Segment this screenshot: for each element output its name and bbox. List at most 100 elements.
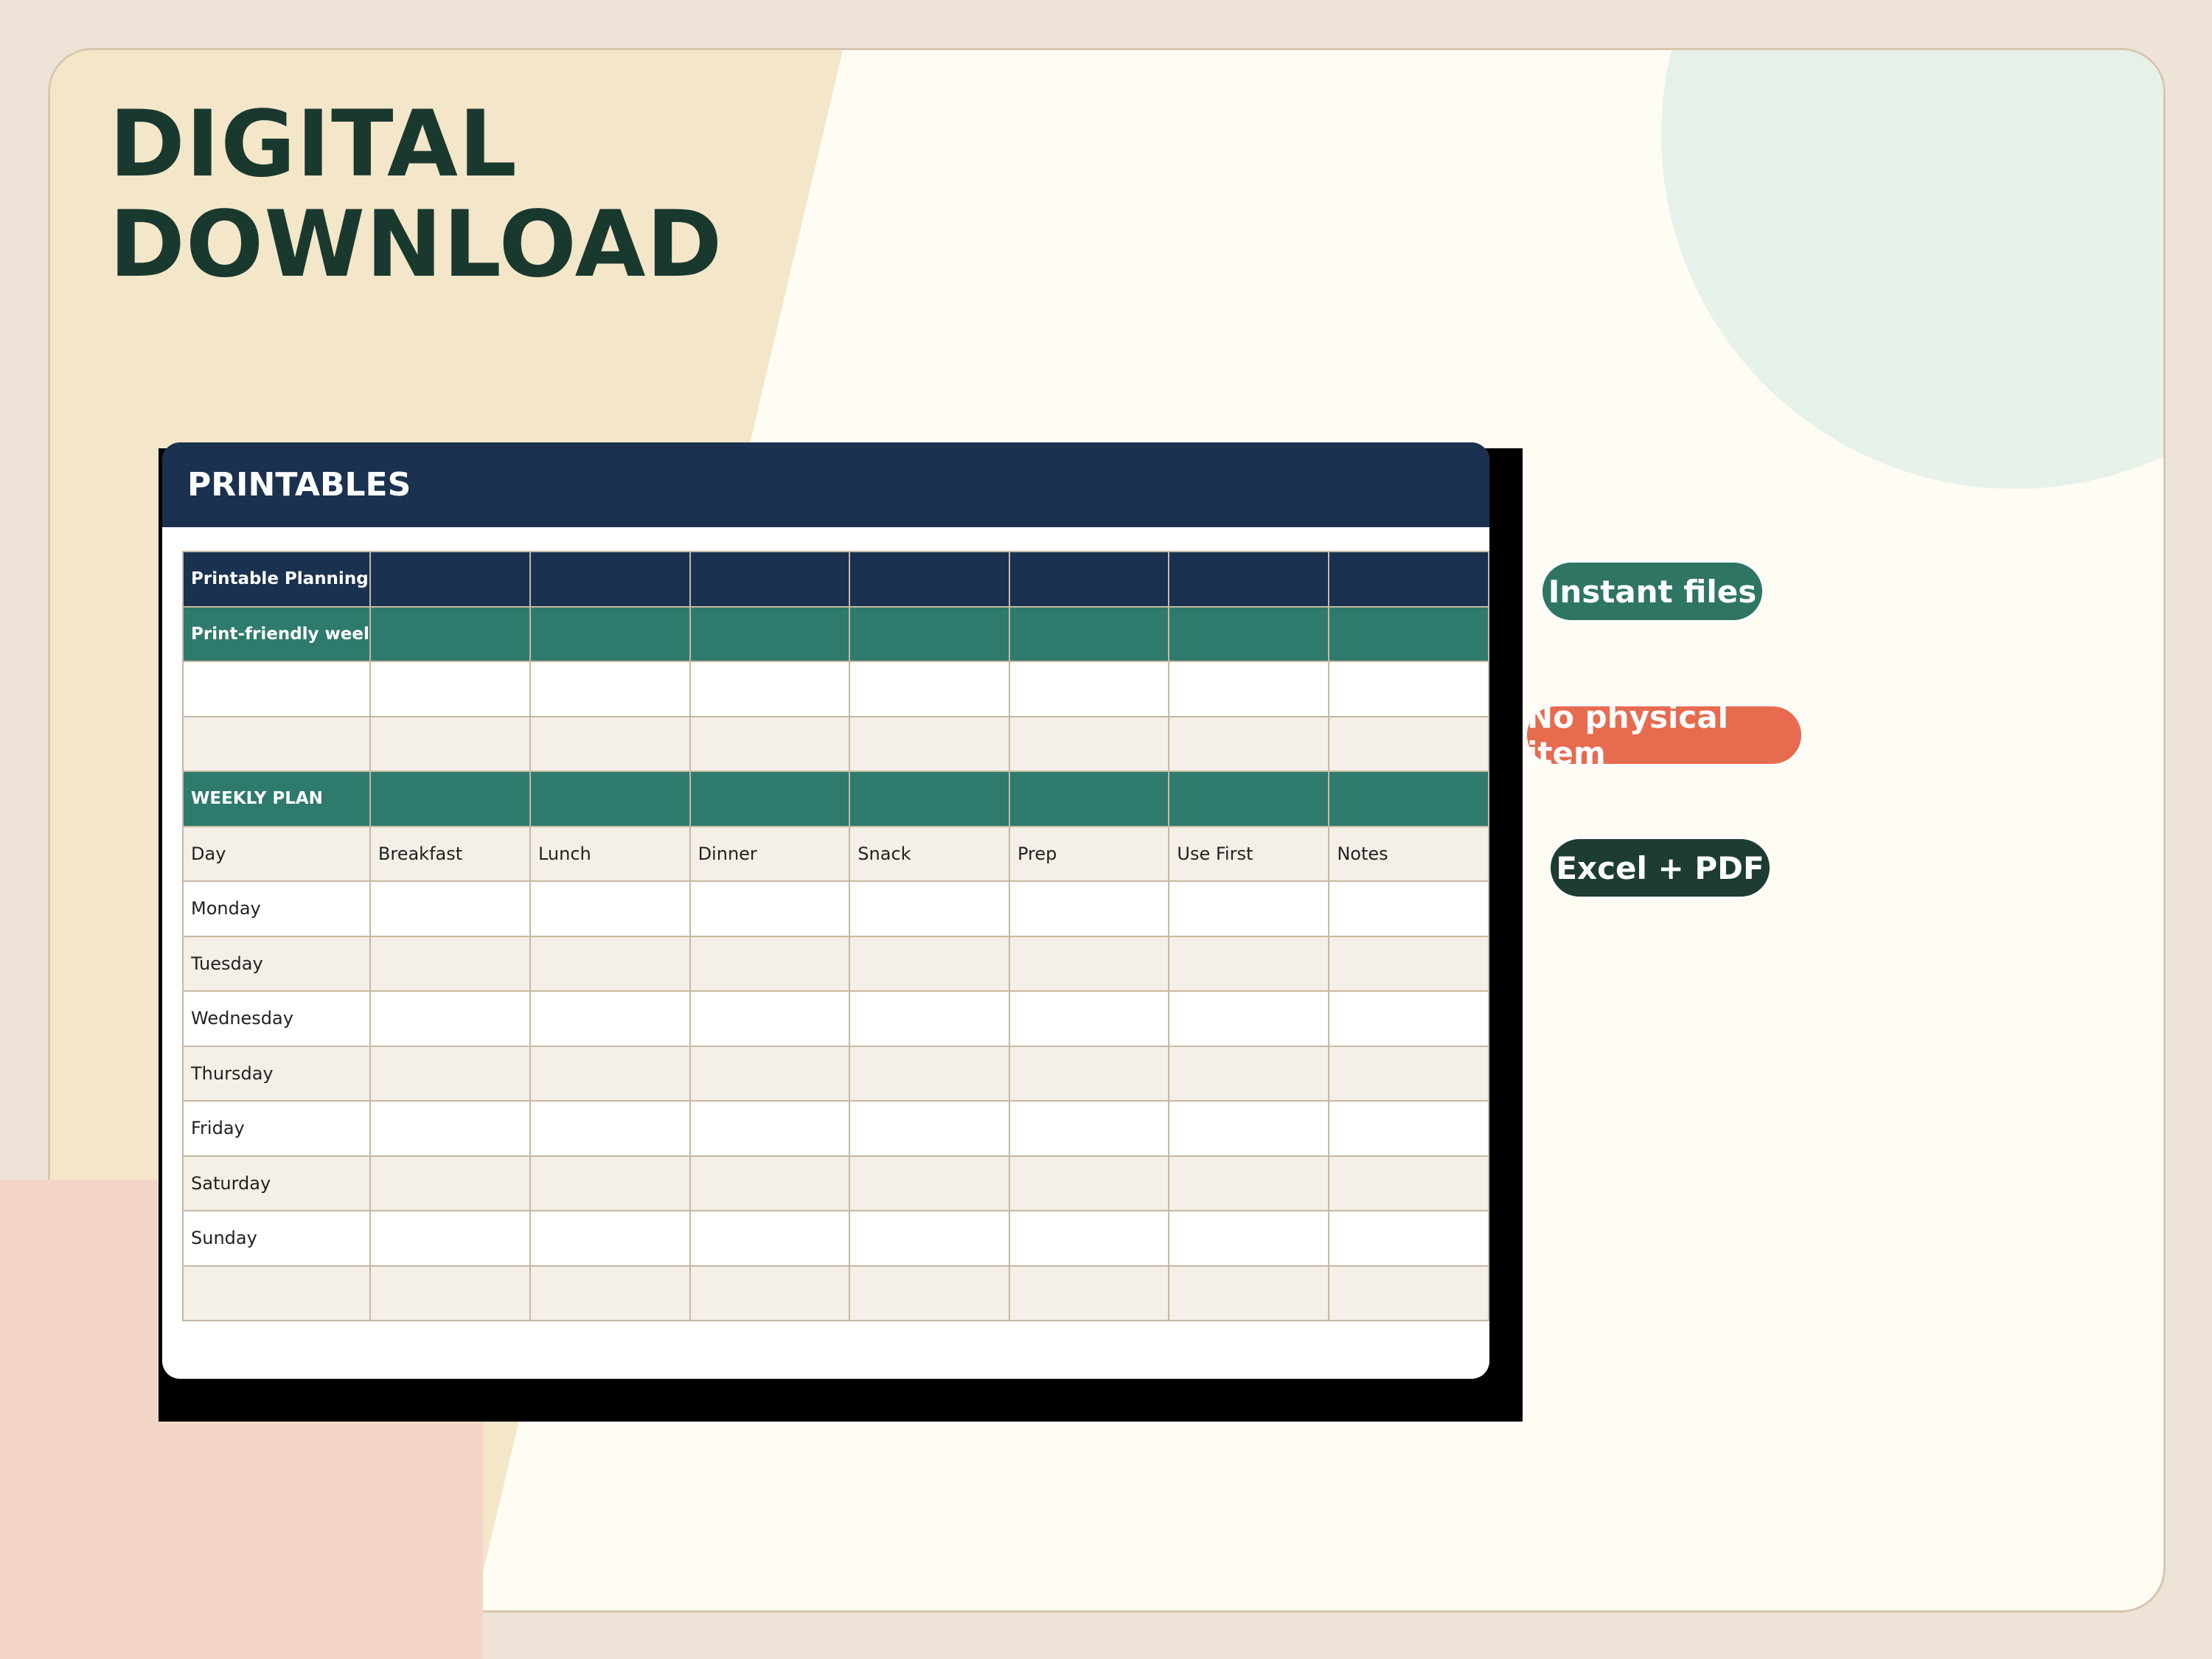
table-cell[interactable]	[1008, 1210, 1170, 1267]
table-cell[interactable]	[369, 1155, 531, 1211]
table-cell[interactable]	[1168, 551, 1330, 608]
table-cell[interactable]	[1168, 880, 1330, 937]
table-cell[interactable]	[1008, 935, 1170, 992]
table-cell[interactable]	[849, 551, 1010, 608]
row-label-cell[interactable]: Wednesday	[182, 990, 371, 1047]
table-cell[interactable]	[529, 1210, 691, 1267]
table-cell[interactable]	[369, 661, 531, 717]
table-cell[interactable]	[689, 1045, 851, 1102]
table-cell[interactable]	[369, 715, 531, 772]
table-cell[interactable]	[849, 1265, 1010, 1321]
table-cell[interactable]	[369, 880, 531, 937]
table-cell[interactable]	[369, 1045, 531, 1102]
table-cell[interactable]	[1168, 1155, 1330, 1211]
table-cell[interactable]	[849, 771, 1010, 827]
table-cell[interactable]: Snack	[849, 825, 1010, 882]
table-cell[interactable]	[529, 771, 691, 827]
table-cell[interactable]	[689, 1155, 851, 1211]
table-cell[interactable]	[369, 1210, 531, 1267]
table-cell[interactable]	[529, 1045, 691, 1102]
table-cell[interactable]	[849, 935, 1010, 992]
table-cell[interactable]	[1328, 880, 1489, 937]
table-cell[interactable]	[529, 661, 691, 717]
table-cell[interactable]	[1008, 605, 1170, 662]
table-cell[interactable]: Use First	[1168, 825, 1330, 882]
table-cell[interactable]: Notes	[1328, 825, 1489, 882]
table-cell[interactable]	[1168, 1045, 1330, 1102]
table-cell[interactable]	[1328, 551, 1489, 608]
table-cell[interactable]	[369, 935, 531, 992]
table-cell[interactable]	[529, 1100, 691, 1157]
table-cell[interactable]	[1008, 715, 1170, 772]
table-cell[interactable]	[1328, 1155, 1489, 1211]
row-label-cell[interactable]: WEEKLY PLAN	[182, 771, 371, 827]
table-cell[interactable]	[849, 715, 1010, 772]
table-cell[interactable]	[1168, 935, 1330, 992]
table-cell[interactable]	[1168, 1265, 1330, 1321]
table-cell[interactable]	[849, 880, 1010, 937]
table-cell[interactable]	[849, 1210, 1010, 1267]
table-cell[interactable]	[1008, 1045, 1170, 1102]
table-cell[interactable]	[369, 990, 531, 1047]
table-cell[interactable]	[1328, 1100, 1489, 1157]
table-cell[interactable]	[849, 605, 1010, 662]
table-cell[interactable]	[689, 935, 851, 992]
row-label-cell[interactable]: Printable Planning	[182, 551, 371, 608]
table-cell[interactable]	[1008, 661, 1170, 717]
table-cell[interactable]	[1168, 771, 1330, 827]
table-cell[interactable]	[849, 990, 1010, 1047]
row-label-cell[interactable]: Friday	[182, 1100, 371, 1157]
table-cell[interactable]	[1008, 880, 1170, 937]
table-cell[interactable]	[1008, 1155, 1170, 1211]
table-cell[interactable]	[1328, 935, 1489, 992]
table-cell[interactable]	[1008, 771, 1170, 827]
table-cell[interactable]	[689, 1100, 851, 1157]
table-cell[interactable]	[529, 1265, 691, 1321]
table-cell[interactable]	[529, 1155, 691, 1211]
table-cell[interactable]	[1168, 661, 1330, 717]
row-label-cell[interactable]: Print-friendly weel	[182, 605, 371, 662]
table-cell[interactable]	[1168, 1100, 1330, 1157]
table-cell[interactable]	[1328, 661, 1489, 717]
row-label-cell[interactable]: Tuesday	[182, 935, 371, 992]
table-cell[interactable]	[849, 661, 1010, 717]
row-label-cell[interactable]	[182, 715, 371, 772]
table-cell[interactable]: Dinner	[689, 825, 851, 882]
table-cell[interactable]	[689, 880, 851, 937]
table-cell[interactable]	[1168, 990, 1330, 1047]
table-cell[interactable]	[1328, 1210, 1489, 1267]
table-cell[interactable]	[689, 990, 851, 1047]
table-cell[interactable]	[1008, 1100, 1170, 1157]
table-cell[interactable]	[369, 605, 531, 662]
table-cell[interactable]	[529, 880, 691, 937]
table-cell[interactable]	[1328, 715, 1489, 772]
table-cell[interactable]	[849, 1155, 1010, 1211]
table-cell[interactable]	[529, 715, 691, 772]
row-label-cell[interactable]: Thursday	[182, 1045, 371, 1102]
table-cell[interactable]	[529, 990, 691, 1047]
table-cell[interactable]	[1168, 605, 1330, 662]
row-label-cell[interactable]: Day	[182, 825, 371, 882]
table-cell[interactable]	[689, 771, 851, 827]
row-label-cell[interactable]	[182, 661, 371, 717]
table-cell[interactable]	[369, 1100, 531, 1157]
table-cell[interactable]	[1008, 1265, 1170, 1321]
table-cell[interactable]	[369, 1265, 531, 1321]
table-cell[interactable]	[1328, 1045, 1489, 1102]
table-cell[interactable]	[1168, 715, 1330, 772]
table-cell[interactable]	[1008, 990, 1170, 1047]
table-cell[interactable]	[849, 1045, 1010, 1102]
table-cell[interactable]: Lunch	[529, 825, 691, 882]
table-cell[interactable]	[369, 771, 531, 827]
table-cell[interactable]	[1328, 605, 1489, 662]
table-cell[interactable]	[529, 551, 691, 608]
table-cell[interactable]	[1328, 771, 1489, 827]
row-label-cell[interactable]	[182, 1265, 371, 1321]
table-cell[interactable]	[369, 551, 531, 608]
table-cell[interactable]	[1008, 551, 1170, 608]
table-cell[interactable]	[849, 1100, 1010, 1157]
table-cell[interactable]: Prep	[1008, 825, 1170, 882]
table-cell[interactable]	[1328, 1265, 1489, 1321]
row-label-cell[interactable]: Monday	[182, 880, 371, 937]
table-cell[interactable]	[689, 1265, 851, 1321]
